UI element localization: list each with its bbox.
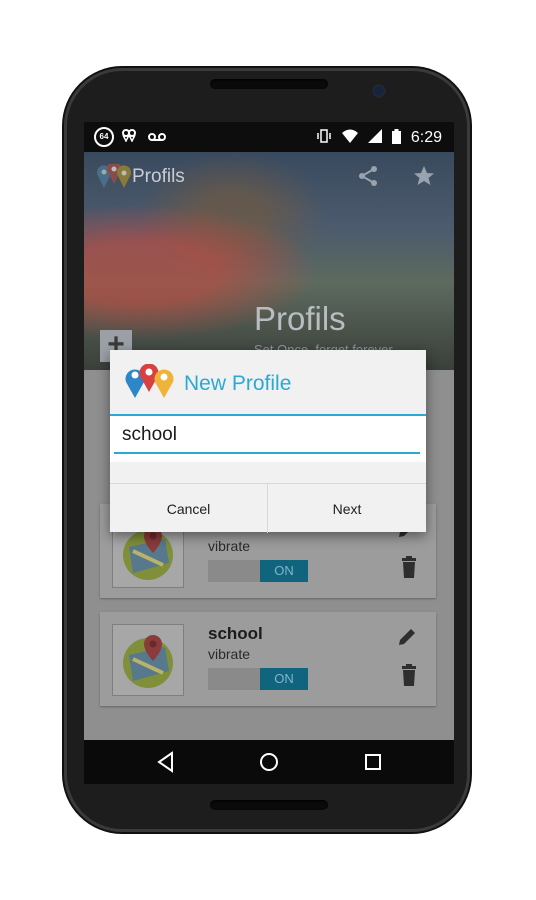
profile-name-input[interactable] bbox=[114, 418, 420, 454]
delete-trash-icon[interactable] bbox=[400, 664, 418, 691]
navigation-bar bbox=[84, 740, 454, 784]
profile-toggle-on[interactable]: ON bbox=[260, 560, 308, 582]
badge-64-icon: 64 bbox=[94, 127, 114, 147]
vibrate-icon bbox=[316, 128, 332, 148]
front-camera bbox=[374, 86, 384, 96]
profile-toggle-on[interactable]: ON bbox=[260, 668, 308, 690]
toolbar-title: Profils bbox=[132, 166, 185, 187]
profile-mode: vibrate bbox=[208, 646, 251, 662]
header-title: Profils bbox=[254, 300, 346, 337]
profile-mode: vibrate bbox=[208, 538, 251, 554]
profile-card-school[interactable]: school vibrate ON bbox=[100, 612, 436, 706]
voicemail-icon bbox=[148, 129, 166, 146]
home-icon[interactable] bbox=[257, 750, 281, 779]
wifi-icon bbox=[341, 129, 358, 147]
top-speaker-grille bbox=[210, 79, 328, 89]
cell-signal-icon bbox=[367, 129, 382, 147]
edit-pencil-icon[interactable] bbox=[396, 626, 418, 653]
app-logo-icon bbox=[96, 161, 132, 195]
status-time: 6:29 bbox=[410, 129, 442, 146]
header-image: Profils Profils Set Once, forget forever… bbox=[84, 152, 454, 370]
next-button[interactable]: Next bbox=[268, 484, 426, 533]
profile-name: school bbox=[208, 624, 263, 643]
delete-trash-icon[interactable] bbox=[400, 556, 418, 583]
app-notification-icon bbox=[122, 128, 140, 146]
cancel-button[interactable]: Cancel bbox=[110, 484, 268, 533]
app-logo-icon bbox=[124, 363, 176, 405]
battery-icon bbox=[391, 128, 401, 148]
recent-apps-icon[interactable] bbox=[361, 750, 385, 779]
bottom-speaker-grille bbox=[210, 800, 328, 810]
share-icon[interactable] bbox=[356, 164, 380, 193]
map-icon bbox=[112, 624, 184, 696]
status-bar: 64 6:29 bbox=[84, 122, 454, 152]
new-profile-dialog: New Profile Cancel Next bbox=[110, 350, 426, 533]
dialog-button-row: Cancel Next bbox=[110, 483, 426, 533]
back-icon[interactable] bbox=[154, 750, 178, 779]
dialog-title: New Profile bbox=[184, 372, 292, 395]
favorite-star-icon[interactable] bbox=[412, 164, 436, 193]
